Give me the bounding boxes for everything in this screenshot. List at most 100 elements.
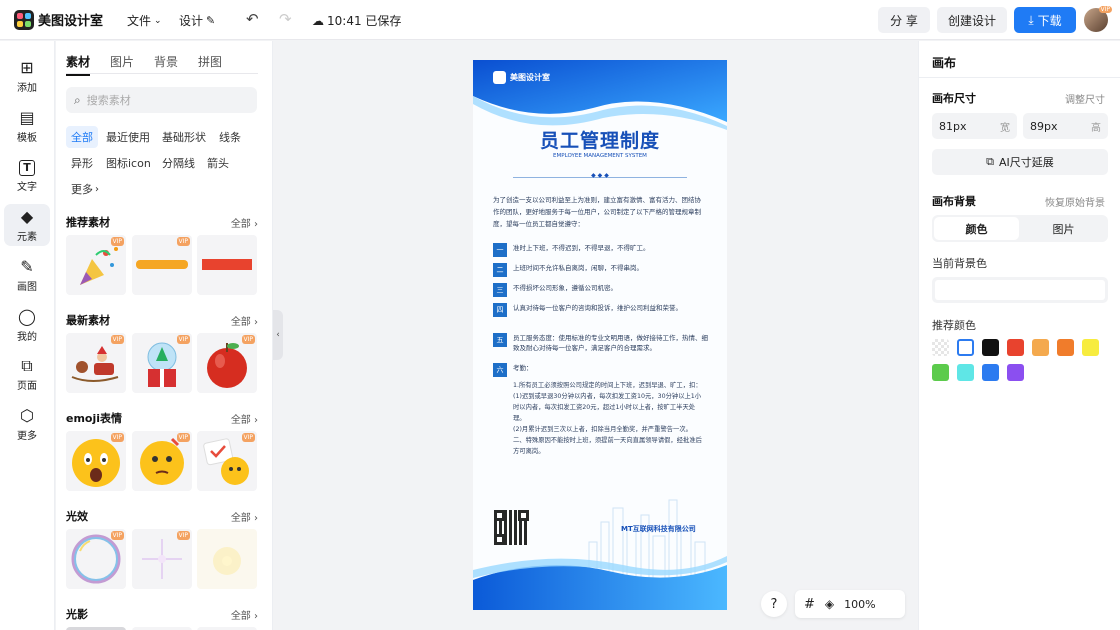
vip-badge: VIP: [110, 531, 124, 540]
vip-badge: VIP: [241, 335, 255, 344]
undo-icon[interactable]: ↶: [246, 10, 259, 28]
layers-icon[interactable]: ◈: [825, 597, 834, 611]
nav-text[interactable]: T 文字: [4, 155, 50, 197]
rule-text: 不得损坏公司形象，遵循公司机密。: [513, 284, 617, 292]
redo-icon[interactable]: ↷: [279, 10, 292, 28]
download-button[interactable]: ⤓ 下载: [1014, 7, 1076, 33]
zoom-bar: # ◈ 100%: [795, 590, 905, 618]
ai-extend-button[interactable]: ⧉ AI尺寸延展: [932, 149, 1108, 175]
nav-add[interactable]: ⊞ 添加: [4, 55, 50, 97]
rule-text: 上班时间不允许私自离岗，闲聊，不得串岗。: [513, 264, 643, 272]
logo[interactable]: 美图设计室: [14, 9, 103, 30]
asset-emoji-screaming[interactable]: VIP: [66, 431, 126, 491]
vip-badge: VIP: [110, 433, 124, 442]
swatch-white[interactable]: [957, 339, 974, 356]
search-input[interactable]: ⌕ 搜索素材: [66, 87, 257, 113]
chip-lines[interactable]: 线条: [214, 126, 246, 148]
nav-more[interactable]: ⬡ 更多: [4, 403, 50, 445]
asset-emoji-chick-card[interactable]: VIP: [197, 431, 257, 491]
canvas-width-field[interactable]: 81px 宽: [932, 113, 1017, 139]
all-label: 全部: [230, 513, 251, 524]
current-bg-swatch[interactable]: [932, 277, 1108, 303]
chip-icons[interactable]: 图标icon: [101, 152, 156, 174]
swatch-light-orange[interactable]: [1032, 339, 1049, 356]
chip-more[interactable]: 更多 ›: [66, 178, 104, 200]
restore-bg-link[interactable]: 恢复原始背景: [1045, 194, 1105, 209]
section-all-light-effects[interactable]: 全部 ›: [231, 509, 258, 524]
file-menu[interactable]: 文件 ⌄: [127, 12, 162, 29]
asset-emoji-thinking[interactable]: VIP: [132, 431, 192, 491]
swatch-cyan[interactable]: [957, 364, 974, 381]
chip-all[interactable]: 全部: [66, 126, 98, 148]
adjust-size-link[interactable]: 调整尺寸: [1065, 91, 1105, 106]
asset-orange-stroke[interactable]: VIP: [132, 235, 192, 295]
nav-template[interactable]: ▤ 模板: [4, 105, 50, 147]
poster-rule-4: 四 认真对待每一位客户的咨询和投诉，维护公司利益和荣誉。: [493, 303, 713, 317]
grid-icon[interactable]: #: [804, 597, 815, 612]
swatch-red[interactable]: [1007, 339, 1024, 356]
nav-draw-label: 画图: [17, 281, 37, 293]
help-icon: ?: [770, 596, 778, 612]
cloud-icon: ☁: [312, 13, 324, 28]
tab-color[interactable]: 颜色: [934, 217, 1019, 240]
asset-snow-globe-gift[interactable]: VIP: [132, 333, 192, 393]
help-button[interactable]: ?: [761, 591, 787, 617]
nav-page[interactable]: ⧉ 页面: [4, 353, 50, 395]
chip-basic-shapes[interactable]: 基础形状: [157, 126, 211, 148]
poster-attendance-text: 1.所有员工必须按照公司规定的时间上下班，迟到早退、旷工，扣： (1)迟到或早退…: [513, 382, 702, 455]
chip-irregular[interactable]: 异形: [66, 152, 98, 174]
asset-sparkle-flare[interactable]: VIP: [132, 529, 192, 589]
divider: [919, 77, 1120, 78]
poster-brand-text: 美图设计室: [510, 73, 550, 82]
chevron-down-icon: ⌄: [154, 15, 162, 26]
swatch-purple[interactable]: [1007, 364, 1024, 381]
chevron-left-icon: ‹: [276, 330, 280, 340]
section-all-latest[interactable]: 全部 ›: [231, 313, 258, 328]
chip-recent[interactable]: 最近使用: [101, 126, 155, 148]
asset-santa-sleigh[interactable]: VIP: [66, 333, 126, 393]
swatch-transparent[interactable]: [932, 339, 949, 356]
chip-dividers[interactable]: 分隔线: [157, 152, 200, 174]
nav-mine[interactable]: ◯ 我的: [4, 304, 50, 346]
rule-number: 五: [493, 333, 507, 347]
tab-image[interactable]: 图片: [1021, 217, 1106, 240]
canvas-poster[interactable]: 美图设计室 员工管理制度 EMPLOYEE MANAGEMENT SYSTEM …: [473, 60, 727, 610]
asset-iridescent-bubble[interactable]: VIP: [66, 529, 126, 589]
swatch-green[interactable]: [932, 364, 949, 381]
avatar[interactable]: VIP: [1084, 6, 1112, 32]
swatch-blue[interactable]: [982, 364, 999, 381]
save-status: ☁ 10:41 已保存: [312, 12, 401, 29]
section-all-light-shadow[interactable]: 全部 ›: [231, 607, 258, 622]
asset-party-popper[interactable]: VIP: [66, 235, 126, 295]
swatch-yellow[interactable]: [1082, 339, 1099, 356]
section-all-recommended[interactable]: 全部 ›: [231, 215, 258, 230]
asset-red-bar[interactable]: [197, 235, 257, 295]
vip-badge: VIP: [110, 237, 124, 246]
all-label: 全部: [230, 415, 251, 426]
rule-text: 考勤：: [513, 364, 533, 372]
create-design-button[interactable]: 创建设计: [937, 7, 1007, 33]
collapse-panel-button[interactable]: ‹: [273, 310, 283, 360]
zoom-level[interactable]: 100%: [844, 598, 875, 611]
share-button[interactable]: 分 享: [878, 7, 930, 33]
chip-arrows[interactable]: 箭头: [202, 152, 234, 174]
poster-rule-6: 六 考勤：: [493, 363, 713, 377]
asset-glow[interactable]: [197, 529, 257, 589]
nav-draw[interactable]: ✎ 画图: [4, 254, 50, 296]
vip-badge: VIP: [176, 531, 190, 540]
canvas-size-label: 画布尺寸: [932, 92, 976, 105]
poster-rule-1: 一 准时上下班，不得迟到，不得早退，不得旷工。: [493, 243, 713, 257]
swatch-black[interactable]: [982, 339, 999, 356]
canvas-height-field[interactable]: 89px 高: [1023, 113, 1108, 139]
design-menu-label: 设计: [179, 14, 204, 28]
save-status-text: 10:41 已保存: [327, 14, 402, 28]
nav-elements[interactable]: ◆ 元素: [4, 204, 50, 246]
poster-qr-code: [494, 510, 529, 545]
section-all-emoji[interactable]: 全部 ›: [231, 411, 258, 426]
design-menu[interactable]: 设计 ✎: [179, 12, 215, 29]
swatch-orange[interactable]: [1057, 339, 1074, 356]
section-title-latest: 最新素材: [66, 314, 110, 327]
canvas-width-value: 81px: [939, 119, 967, 133]
asset-red-apple[interactable]: VIP: [197, 333, 257, 393]
avatar-vip-badge: VIP: [1098, 6, 1112, 13]
